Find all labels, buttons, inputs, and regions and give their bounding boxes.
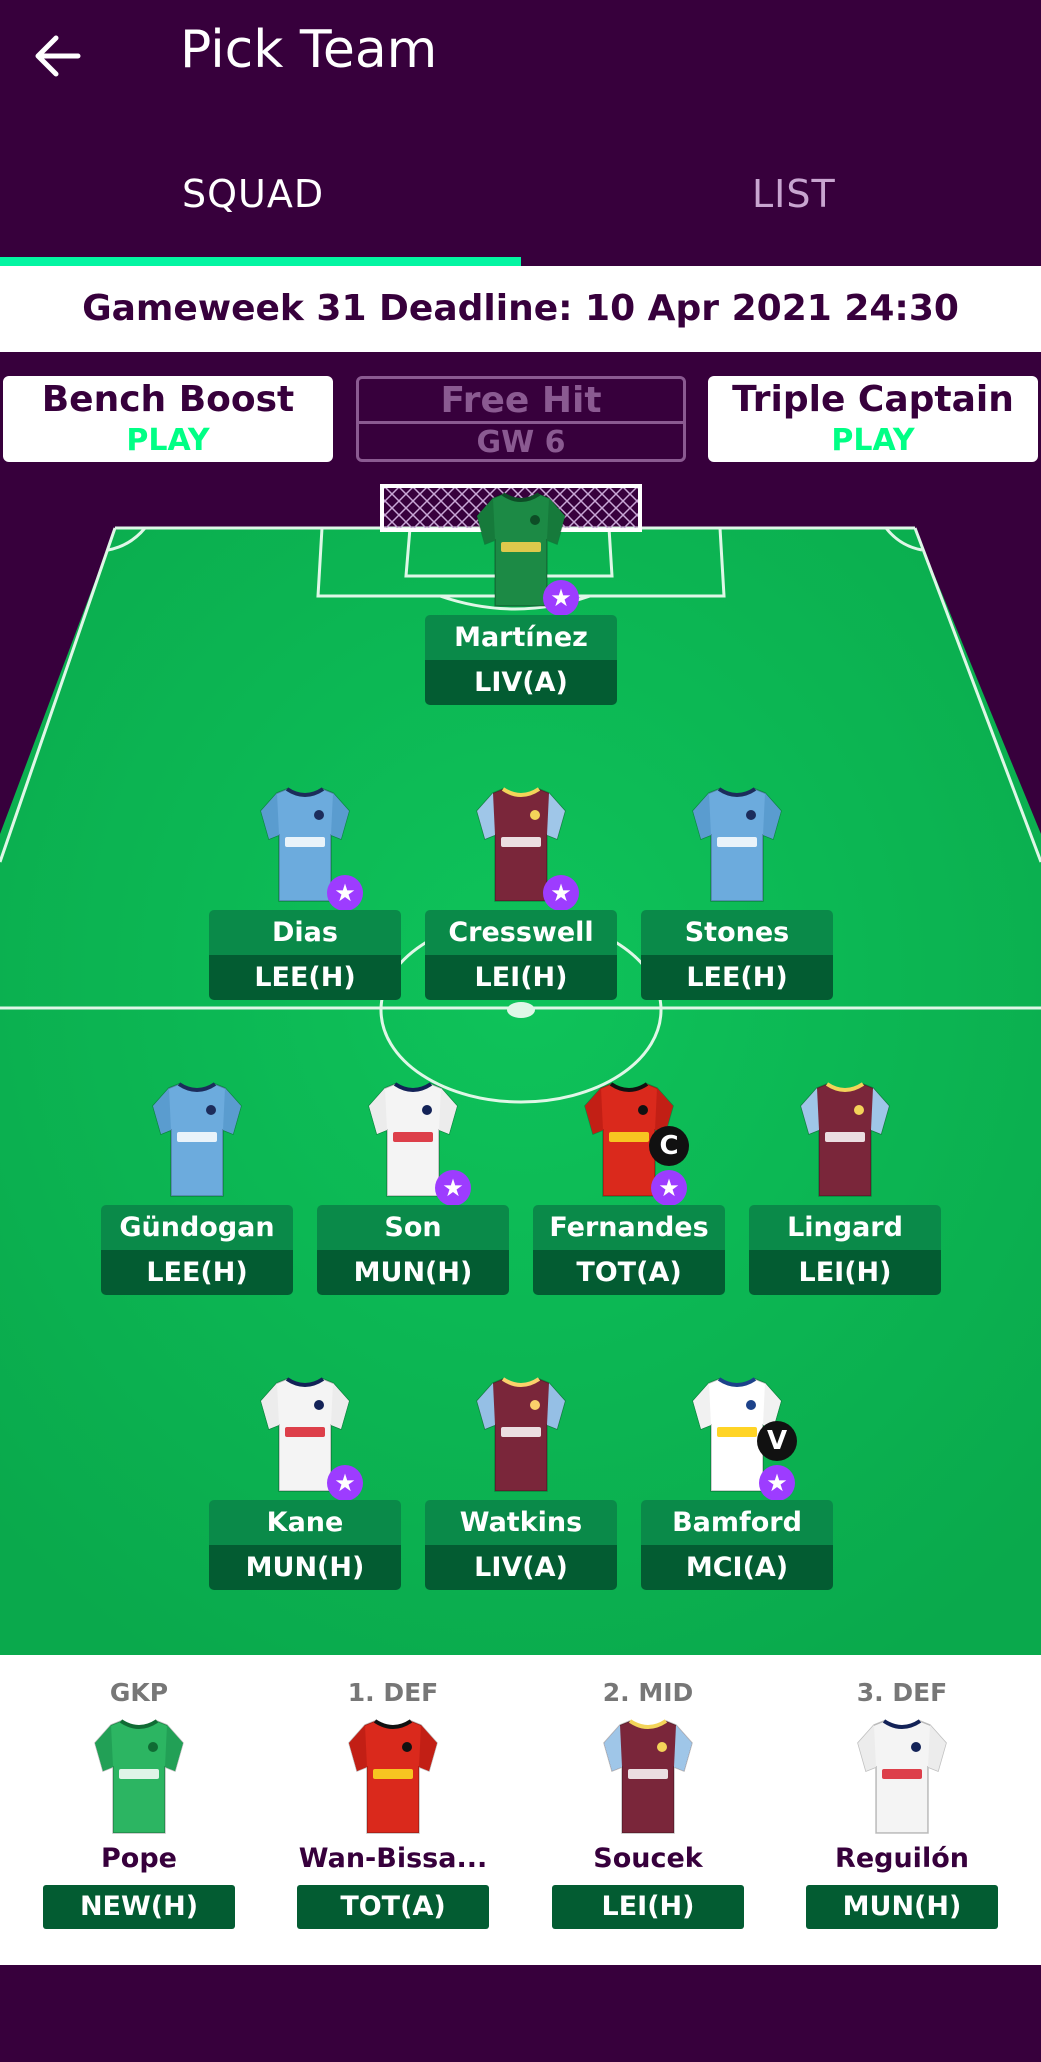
player-label: Bamford MCI(A) [641, 1500, 833, 1590]
tab-squad[interactable]: SQUAD [182, 172, 324, 216]
star-icon: ★ [543, 875, 579, 911]
bench-fixture: NEW(H) [43, 1885, 235, 1929]
player-name: Martínez [425, 615, 617, 660]
app-bar: Pick Team [0, 0, 1041, 112]
player-fixture: LEE(H) [101, 1250, 293, 1295]
player-fixture: MUN(H) [209, 1545, 401, 1590]
player-name: Cresswell [425, 910, 617, 955]
bench-slot[interactable]: 2. MID Soucek LEI(H) [552, 1675, 744, 1929]
player-name: Watkins [425, 1500, 617, 1545]
bench-shirt-icon [93, 1715, 185, 1839]
player-shirt-icon [691, 783, 783, 907]
player-name: Fernandes [533, 1205, 725, 1250]
bench-player-name: Soucek [593, 1843, 703, 1874]
bench-shirt-icon [602, 1715, 694, 1839]
bench-position: GKP [109, 1678, 169, 1707]
player-shirt-icon [799, 1078, 891, 1202]
pitch: ★ Martínez LIV(A) ★ Dias LEE(H) ★ Cresswell LEI(… [0, 480, 1041, 1655]
player-shirt-icon [151, 1078, 243, 1202]
bench-position: 1. DEF [347, 1678, 439, 1707]
player-label: Gündogan LEE(H) [101, 1205, 293, 1295]
player-fixture: LEI(H) [749, 1250, 941, 1295]
bench-player-name: Wan-Bissa... [298, 1843, 488, 1874]
player-label: Kane MUN(H) [209, 1500, 401, 1590]
player-name: Stones [641, 910, 833, 955]
player-label: Cresswell LEI(H) [425, 910, 617, 1000]
chip-status: PLAY [831, 423, 915, 458]
player-label: Watkins LIV(A) [425, 1500, 617, 1590]
bench-shirt-icon [856, 1715, 948, 1839]
star-icon: ★ [435, 1170, 471, 1206]
bench-player-name: Pope [101, 1843, 177, 1874]
bench-position: 2. MID [602, 1678, 694, 1707]
gameweek-deadline: Gameweek 31 Deadline: 10 Apr 2021 24:30 [0, 266, 1041, 352]
bench-slot[interactable]: GKP Pope NEW(H) [43, 1675, 235, 1929]
player-fixture: TOT(A) [533, 1250, 725, 1295]
player-fixture: LIV(A) [425, 1545, 617, 1590]
player-label: Fernandes TOT(A) [533, 1205, 725, 1295]
chip-name: Triple Captain [732, 379, 1014, 420]
arrow-left-icon [35, 35, 81, 77]
tab-bar: SQUAD LIST [0, 112, 1041, 266]
chip-free-hit: Free Hit GW 6 [356, 376, 686, 462]
player-label: Dias LEE(H) [209, 910, 401, 1000]
player-name: Kane [209, 1500, 401, 1545]
player-label: Stones LEE(H) [641, 910, 833, 1000]
player-fixture: MUN(H) [317, 1250, 509, 1295]
player-fixture: LEE(H) [209, 955, 401, 1000]
player-name: Son [317, 1205, 509, 1250]
player-name: Bamford [641, 1500, 833, 1545]
bench-slot[interactable]: 3. DEF Reguilón MUN(H) [806, 1675, 998, 1929]
chip-status: PLAY [126, 423, 210, 458]
player-name: Gündogan [101, 1205, 293, 1250]
bench-player-name: Reguilón [835, 1843, 969, 1874]
bench-shirt-icon [347, 1715, 439, 1839]
player-label: Lingard LEI(H) [749, 1205, 941, 1295]
player-label: Martínez LIV(A) [425, 615, 617, 705]
bench-fixture: TOT(A) [297, 1885, 489, 1929]
bench-slot[interactable]: 1. DEF Wan-Bissa... TOT(A) [297, 1675, 489, 1929]
player-name: Dias [209, 910, 401, 955]
star-icon: ★ [327, 1465, 363, 1501]
star-icon: ★ [651, 1170, 687, 1206]
star-icon: ★ [759, 1465, 795, 1501]
bench-fixture: MUN(H) [806, 1885, 998, 1929]
chip-name: Free Hit [359, 379, 683, 424]
chip-name: Bench Boost [41, 379, 295, 420]
player-fixture: LEE(H) [641, 955, 833, 1000]
captain-badge: C [649, 1126, 689, 1166]
player-name: Lingard [749, 1205, 941, 1250]
bench-fixture: LEI(H) [552, 1885, 744, 1929]
back-button[interactable] [30, 28, 86, 84]
player-fixture: LEI(H) [425, 955, 617, 1000]
star-icon: ★ [327, 875, 363, 911]
bench-position: 3. DEF [856, 1678, 948, 1707]
bench: GKP Pope NEW(H) 1. DEF Wan-Bissa... TOT(A) 2. … [0, 1655, 1041, 1965]
player-fixture: MCI(A) [641, 1545, 833, 1590]
player-label: Son MUN(H) [317, 1205, 509, 1295]
vice-captain-badge: V [757, 1421, 797, 1461]
chip-status: GW 6 [476, 425, 566, 460]
tab-indicator [0, 257, 521, 266]
player-shirt-icon [475, 1373, 567, 1497]
star-icon: ★ [543, 580, 579, 616]
chip-triple-captain[interactable]: Triple Captain PLAY [708, 376, 1038, 462]
tab-list[interactable]: LIST [752, 172, 836, 216]
page-title: Pick Team [180, 20, 438, 80]
chip-bench-boost[interactable]: Bench Boost PLAY [3, 376, 333, 462]
player-fixture: LIV(A) [425, 660, 617, 705]
